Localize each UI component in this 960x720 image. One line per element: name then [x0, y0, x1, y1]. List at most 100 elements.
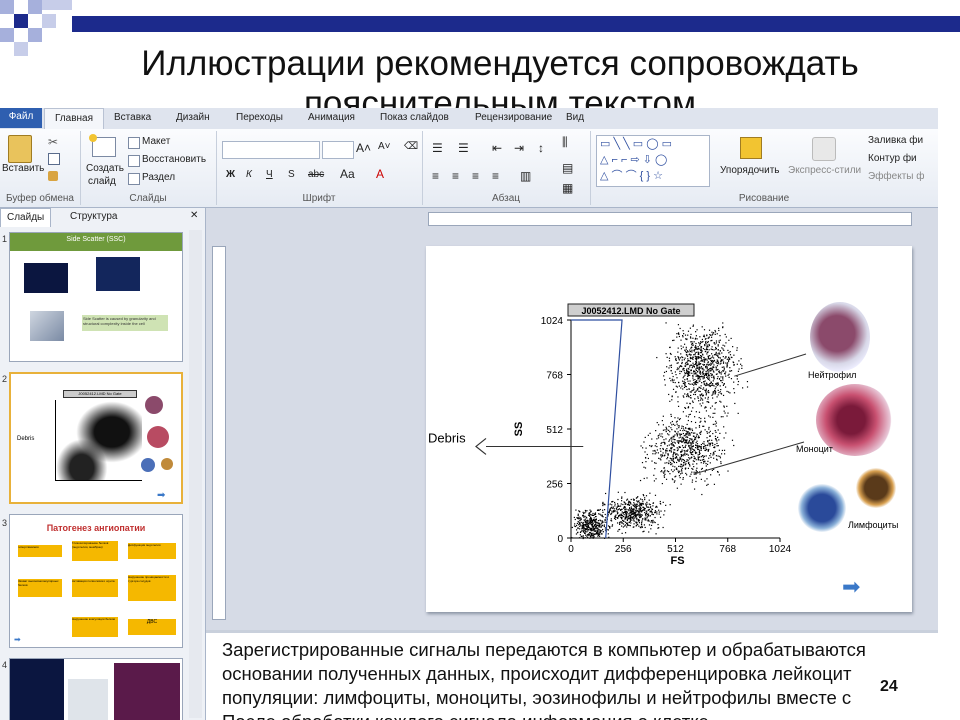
paste-icon[interactable]: [8, 135, 32, 163]
data-point: [575, 509, 577, 511]
copy-icon[interactable]: [48, 153, 60, 165]
tab-review[interactable]: Рецензирование: [475, 110, 552, 126]
data-point: [687, 358, 689, 360]
data-point: [702, 399, 704, 401]
align-center-icon[interactable]: ≡: [452, 169, 459, 183]
arrange-icon[interactable]: [740, 137, 762, 159]
reset-button[interactable]: Восстановить: [142, 154, 206, 165]
data-point: [707, 378, 709, 380]
italic-button[interactable]: К: [246, 169, 252, 180]
new-slide-label-2[interactable]: слайд: [88, 176, 116, 187]
data-point: [703, 374, 706, 376]
data-point: [628, 524, 630, 526]
text-direction-icon[interactable]: ⫼: [562, 135, 568, 150]
data-point: [694, 378, 696, 381]
change-case-icon[interactable]: Aa: [340, 167, 355, 181]
tab-file[interactable]: Файл: [0, 108, 42, 128]
data-point: [688, 414, 690, 416]
slide-thumbnail-1[interactable]: Side Scatter (SSC) Side Scatter is cause…: [9, 232, 183, 362]
shadow-button[interactable]: S: [288, 169, 295, 180]
data-point: [668, 440, 670, 442]
indent-increase-icon[interactable]: ⇥: [514, 141, 524, 155]
data-point: [684, 454, 686, 456]
align-text-icon[interactable]: ▤: [562, 161, 573, 175]
indent-decrease-icon[interactable]: ⇤: [492, 141, 502, 155]
slide-thumbnail-2[interactable]: J0052412.LMD No Gate Debris ➡: [9, 372, 183, 504]
slides-pane-scrollbar[interactable]: [189, 230, 202, 718]
slide-thumbnail-4[interactable]: [9, 658, 183, 720]
tab-insert[interactable]: Вставка: [114, 110, 151, 126]
data-point: [707, 396, 709, 398]
next-arrow-icon[interactable]: ➡: [842, 574, 860, 600]
font-color-icon[interactable]: A: [376, 167, 384, 181]
layout-button[interactable]: Макет: [142, 136, 170, 147]
tab-transitions[interactable]: Переходы: [236, 110, 283, 126]
data-point: [681, 385, 683, 387]
data-point: [684, 385, 687, 387]
clear-format-icon[interactable]: ⌫: [404, 141, 418, 152]
data-point: [590, 528, 592, 531]
data-point: [694, 398, 696, 400]
data-point: [656, 445, 658, 448]
tab-slideshow[interactable]: Показ слайдов: [380, 110, 449, 126]
slide-thumbnail-3[interactable]: Патогенез ангиопатии гипергликемия Глико…: [9, 514, 183, 648]
data-point: [642, 493, 644, 496]
data-point: [715, 352, 717, 355]
tab-home[interactable]: Главная: [44, 108, 104, 130]
data-point: [693, 449, 696, 452]
columns-icon[interactable]: ▥: [520, 169, 531, 183]
data-point: [697, 396, 699, 398]
tab-design[interactable]: Дизайн: [176, 110, 210, 126]
font-name-select[interactable]: [222, 141, 320, 159]
grow-font-icon[interactable]: A˄: [356, 141, 371, 155]
notes-pane[interactable]: Зарегистрированные сигналы передаются в …: [206, 630, 938, 720]
font-size-select[interactable]: [322, 141, 354, 159]
data-point: [585, 534, 587, 536]
new-slide-icon[interactable]: [89, 134, 116, 157]
tab-slides-pane[interactable]: Слайды: [0, 208, 52, 227]
data-point: [714, 435, 717, 437]
data-point: [617, 504, 619, 506]
data-point: [674, 454, 677, 456]
data-point: [619, 505, 622, 507]
data-point: [681, 365, 683, 368]
data-point: [623, 514, 625, 516]
bullets-icon[interactable]: ☰: [432, 141, 443, 155]
data-point: [689, 445, 691, 447]
data-point: [722, 322, 724, 324]
format-painter-icon[interactable]: [48, 171, 58, 181]
tab-outline-pane[interactable]: Структура: [64, 208, 123, 226]
main-slide[interactable]: J0052412.LMD No Gate 0 256 512 768 1024 0 256 51…: [426, 246, 912, 612]
align-right-icon[interactable]: ≡: [472, 169, 479, 183]
data-point: [676, 447, 678, 449]
shrink-font-icon[interactable]: A˅: [378, 141, 391, 152]
data-point: [675, 359, 677, 362]
data-point: [656, 449, 659, 451]
data-point: [663, 472, 665, 474]
tab-animation[interactable]: Анимация: [308, 110, 355, 126]
shape-effects-button[interactable]: Эффекты ф: [868, 171, 924, 182]
cut-icon[interactable]: ✂: [48, 135, 58, 149]
data-point: [691, 451, 694, 453]
shapes-gallery[interactable]: ▭ ╲ ╲ ▭ ◯ ▭ △ ⌐ ⌐ ⇨ ⇩ ◯ △ ⌒ ⌒ { } ☆: [596, 135, 710, 187]
quick-styles-icon[interactable]: [812, 137, 836, 161]
data-point: [711, 353, 713, 355]
justify-icon[interactable]: ≡: [492, 169, 499, 183]
arrange-button[interactable]: Упорядочить: [720, 165, 780, 176]
data-point: [626, 522, 628, 524]
data-point: [620, 518, 623, 520]
tab-view[interactable]: Вид: [566, 110, 584, 126]
strike-button[interactable]: abc: [308, 169, 324, 180]
section-button[interactable]: Раздел: [142, 172, 175, 183]
quick-styles-button[interactable]: Экспресс-стили: [788, 165, 861, 176]
close-pane-icon[interactable]: ✕: [190, 210, 198, 221]
new-slide-label[interactable]: Создать: [86, 163, 124, 174]
shape-outline-button[interactable]: Контур фи: [868, 153, 917, 164]
line-spacing-icon[interactable]: ↕: [538, 141, 544, 155]
align-left-icon[interactable]: ≡: [432, 169, 439, 183]
bold-button[interactable]: Ж: [226, 169, 235, 180]
shape-fill-button[interactable]: Заливка фи: [868, 135, 923, 146]
paste-button[interactable]: Вставить: [2, 163, 44, 174]
underline-button[interactable]: Ч: [266, 169, 273, 180]
numbering-icon[interactable]: ☰: [458, 141, 469, 155]
